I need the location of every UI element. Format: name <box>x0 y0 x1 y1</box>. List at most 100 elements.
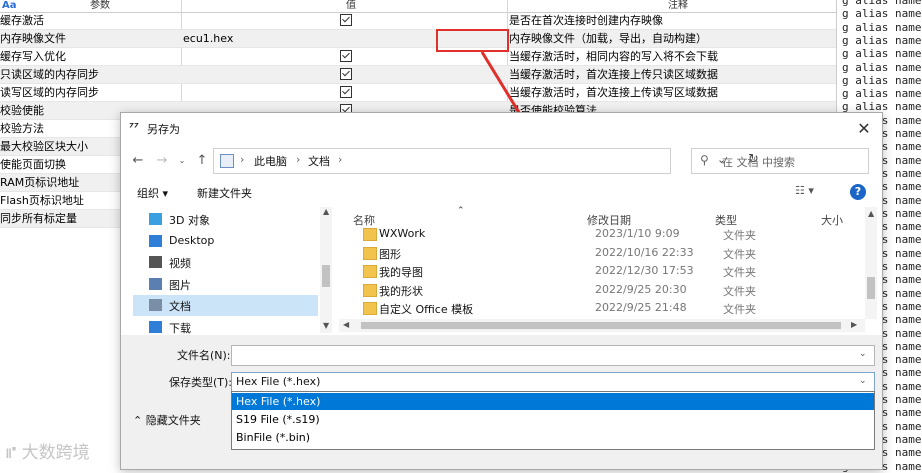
nav-item[interactable]: Desktop <box>133 231 318 252</box>
nav-item[interactable]: 视频 <box>133 252 318 273</box>
param-note: 当缓存激活时，相同内容的写入将不会下载 <box>509 50 718 63</box>
help-icon[interactable]: ? <box>850 184 866 200</box>
table-row[interactable]: 缓存写入优化 当缓存激活时，相同内容的写入将不会下载 <box>0 48 836 66</box>
chevron-up-icon: ⌃ <box>133 414 143 427</box>
param-name: 只读区域的内存同步 <box>0 68 99 81</box>
filename-input[interactable]: ⌄ <box>231 345 875 366</box>
table-row[interactable]: 内存映像文件 ecu1.hex 内存映像文件（加载，导出，自动构建） <box>0 30 836 48</box>
3d-objects-icon <box>149 213 162 225</box>
nav-item[interactable]: 3D 对象 <box>133 209 318 230</box>
file-row[interactable]: WXWork 2023/1/10 9:09 文件夹 <box>347 225 867 244</box>
param-name: 缓存写入优化 <box>0 50 66 63</box>
nav-item[interactable]: 图片 <box>133 274 318 295</box>
param-note: 当缓存激活时，首次连接上传只读区域数据 <box>509 68 718 81</box>
param-name: 内存映像文件 <box>0 32 66 45</box>
file-name: 图形 <box>379 247 401 261</box>
param-name: 读写区域的内存同步 <box>0 86 99 99</box>
filetype-dropdown-list: Hex File (*.hex) S19 File (*.s19) BinFile … <box>231 391 875 450</box>
folder-icon <box>363 302 377 315</box>
alias-line: g alias name: <box>842 33 922 47</box>
breadcrumb-separator: › <box>240 153 245 166</box>
param-note: 是否在首次连接时创建内存映像 <box>509 14 663 27</box>
alias-line: g alias name: <box>842 60 922 74</box>
file-name: 我的形状 <box>379 284 423 298</box>
value-checkbox[interactable] <box>340 68 352 80</box>
filetype-select[interactable]: Hex File (*.hex) ⌄ <box>231 372 875 393</box>
filetype-option[interactable]: Hex File (*.hex) <box>232 393 874 410</box>
value-checkbox[interactable] <box>340 14 352 26</box>
watermark-logo: ⑈ 大数跨境 <box>6 443 90 463</box>
view-options-icon[interactable]: ☷ ▾ <box>795 184 814 197</box>
file-name: 我的导图 <box>379 266 423 279</box>
recent-locations-chevron-icon[interactable]: ⌄ <box>173 151 191 171</box>
pictures-icon <box>149 277 162 290</box>
file-list-horizontal-scrollbar[interactable]: ◀ ▶ <box>339 319 865 332</box>
close-button[interactable]: ✕ <box>851 117 877 141</box>
scroll-down-icon[interactable]: ▼ <box>323 321 329 330</box>
nav-item-label: 下载 <box>169 321 191 335</box>
table-row[interactable]: 只读区域的内存同步 当缓存激活时，首次连接上传只读区域数据 <box>0 66 836 84</box>
file-row[interactable]: 图形 2022/10/16 22:33 文件夹 <box>347 244 867 263</box>
dialog-title-bar: ⁷⁷ 另存为 ✕ <box>121 113 882 145</box>
alias-line: g alias name: <box>842 0 922 7</box>
breadcrumb-documents[interactable]: 文档 <box>308 153 330 169</box>
app-icon: ⁷⁷ <box>129 121 139 134</box>
filetype-option[interactable]: BinFile (*.bin) <box>232 429 874 446</box>
scroll-left-icon[interactable]: ◀ <box>343 320 349 329</box>
scroll-right-icon[interactable]: ▶ <box>851 320 857 329</box>
save-options-area: 文件名(N): ⌄ 保存类型(T): Hex File (*.hex) ⌄ He… <box>121 335 882 469</box>
organize-button[interactable]: 组织 ▾ <box>137 185 168 201</box>
value-checkbox[interactable] <box>340 86 352 98</box>
filetype-option[interactable]: S19 File (*.s19) <box>232 411 874 428</box>
file-type: 文件夹 <box>723 247 756 261</box>
file-date: 2022/9/25 21:48 <box>595 301 687 314</box>
folder-icon <box>363 283 377 297</box>
chevron-down-icon[interactable]: ⌄ <box>859 349 867 359</box>
file-row[interactable]: 自定义 Office 模板 2022/9/25 21:48 文件夹 <box>347 299 867 318</box>
watermark-text: 大数跨境 <box>21 443 90 463</box>
table-row[interactable]: 读写区域的内存同步 当缓存激活时，首次连接上传读写区域数据 <box>0 84 836 102</box>
file-type: 文件夹 <box>723 284 756 298</box>
alias-line: g alias name: <box>842 7 922 21</box>
search-box[interactable]: ⚲ 在 文档 中搜索 <box>691 148 869 174</box>
filetype-selected-value: Hex File (*.hex) <box>236 375 321 388</box>
hide-folders-label: 隐藏文件夹 <box>145 414 201 427</box>
nav-item-label: Desktop <box>169 233 215 247</box>
scroll-up-icon[interactable]: ▲ <box>323 207 329 216</box>
dialog-toolbar: 组织 ▾ 新建文件夹 ☷ ▾ ? <box>121 177 882 207</box>
documents-icon <box>149 299 162 311</box>
nav-item-label: 图片 <box>169 278 191 292</box>
horizontal-scroll-thumb[interactable] <box>361 322 841 329</box>
new-folder-button[interactable]: 新建文件夹 <box>197 185 252 201</box>
download-icon <box>149 320 162 333</box>
file-row[interactable]: 我的导图 2022/12/30 17:53 文件夹 <box>347 262 867 281</box>
breadcrumb-this-pc[interactable]: 此电脑 <box>254 153 287 169</box>
file-list-vertical-scrollbar[interactable]: ▲ <box>865 207 877 319</box>
nav-scrollbar[interactable]: ▲ ▼ <box>320 207 332 333</box>
nav-scroll-thumb[interactable] <box>322 265 330 287</box>
file-date: 2022/10/16 22:33 <box>595 245 694 259</box>
desktop-icon <box>149 234 162 247</box>
sort-ascending-icon: ⌃ <box>457 206 465 216</box>
table-row[interactable]: 缓存激活 是否在首次连接时创建内存映像 <box>0 12 836 30</box>
alias-line: g alias name: <box>842 73 922 87</box>
alias-line: g alias name: <box>842 20 922 34</box>
file-type: 文件夹 <box>723 229 756 242</box>
back-arrow-icon[interactable]: ← <box>129 151 147 171</box>
hide-folders-toggle[interactable]: ⌃ 隐藏文件夹 <box>133 412 201 428</box>
nav-item-label: 3D 对象 <box>169 214 210 227</box>
address-bar[interactable]: › 此电脑 › 文档 › ⌄ ↻ <box>213 148 759 174</box>
file-list: 名称 ⌃ 修改日期 类型 大小 WXWork 2023/1/10 9:09 文件夹图… <box>339 206 879 335</box>
forward-arrow-icon[interactable]: → <box>153 151 171 171</box>
value-checkbox[interactable] <box>340 50 352 62</box>
nav-item[interactable]: 文档 <box>133 295 318 316</box>
file-row[interactable]: 我的形状 2022/9/25 20:30 文件夹 <box>347 281 867 300</box>
chevron-down-icon[interactable]: ⌄ <box>859 376 867 386</box>
video-icon <box>149 256 162 268</box>
file-name: 自定义 Office 模板 <box>379 303 474 316</box>
scroll-up-icon[interactable]: ▲ <box>868 209 874 218</box>
vertical-scroll-thumb[interactable] <box>867 277 875 299</box>
breadcrumb-separator: › <box>338 153 343 166</box>
param-note: 当缓存激活时，首次连接上传读写区域数据 <box>509 86 718 99</box>
up-arrow-icon[interactable]: ↑ <box>193 151 211 171</box>
